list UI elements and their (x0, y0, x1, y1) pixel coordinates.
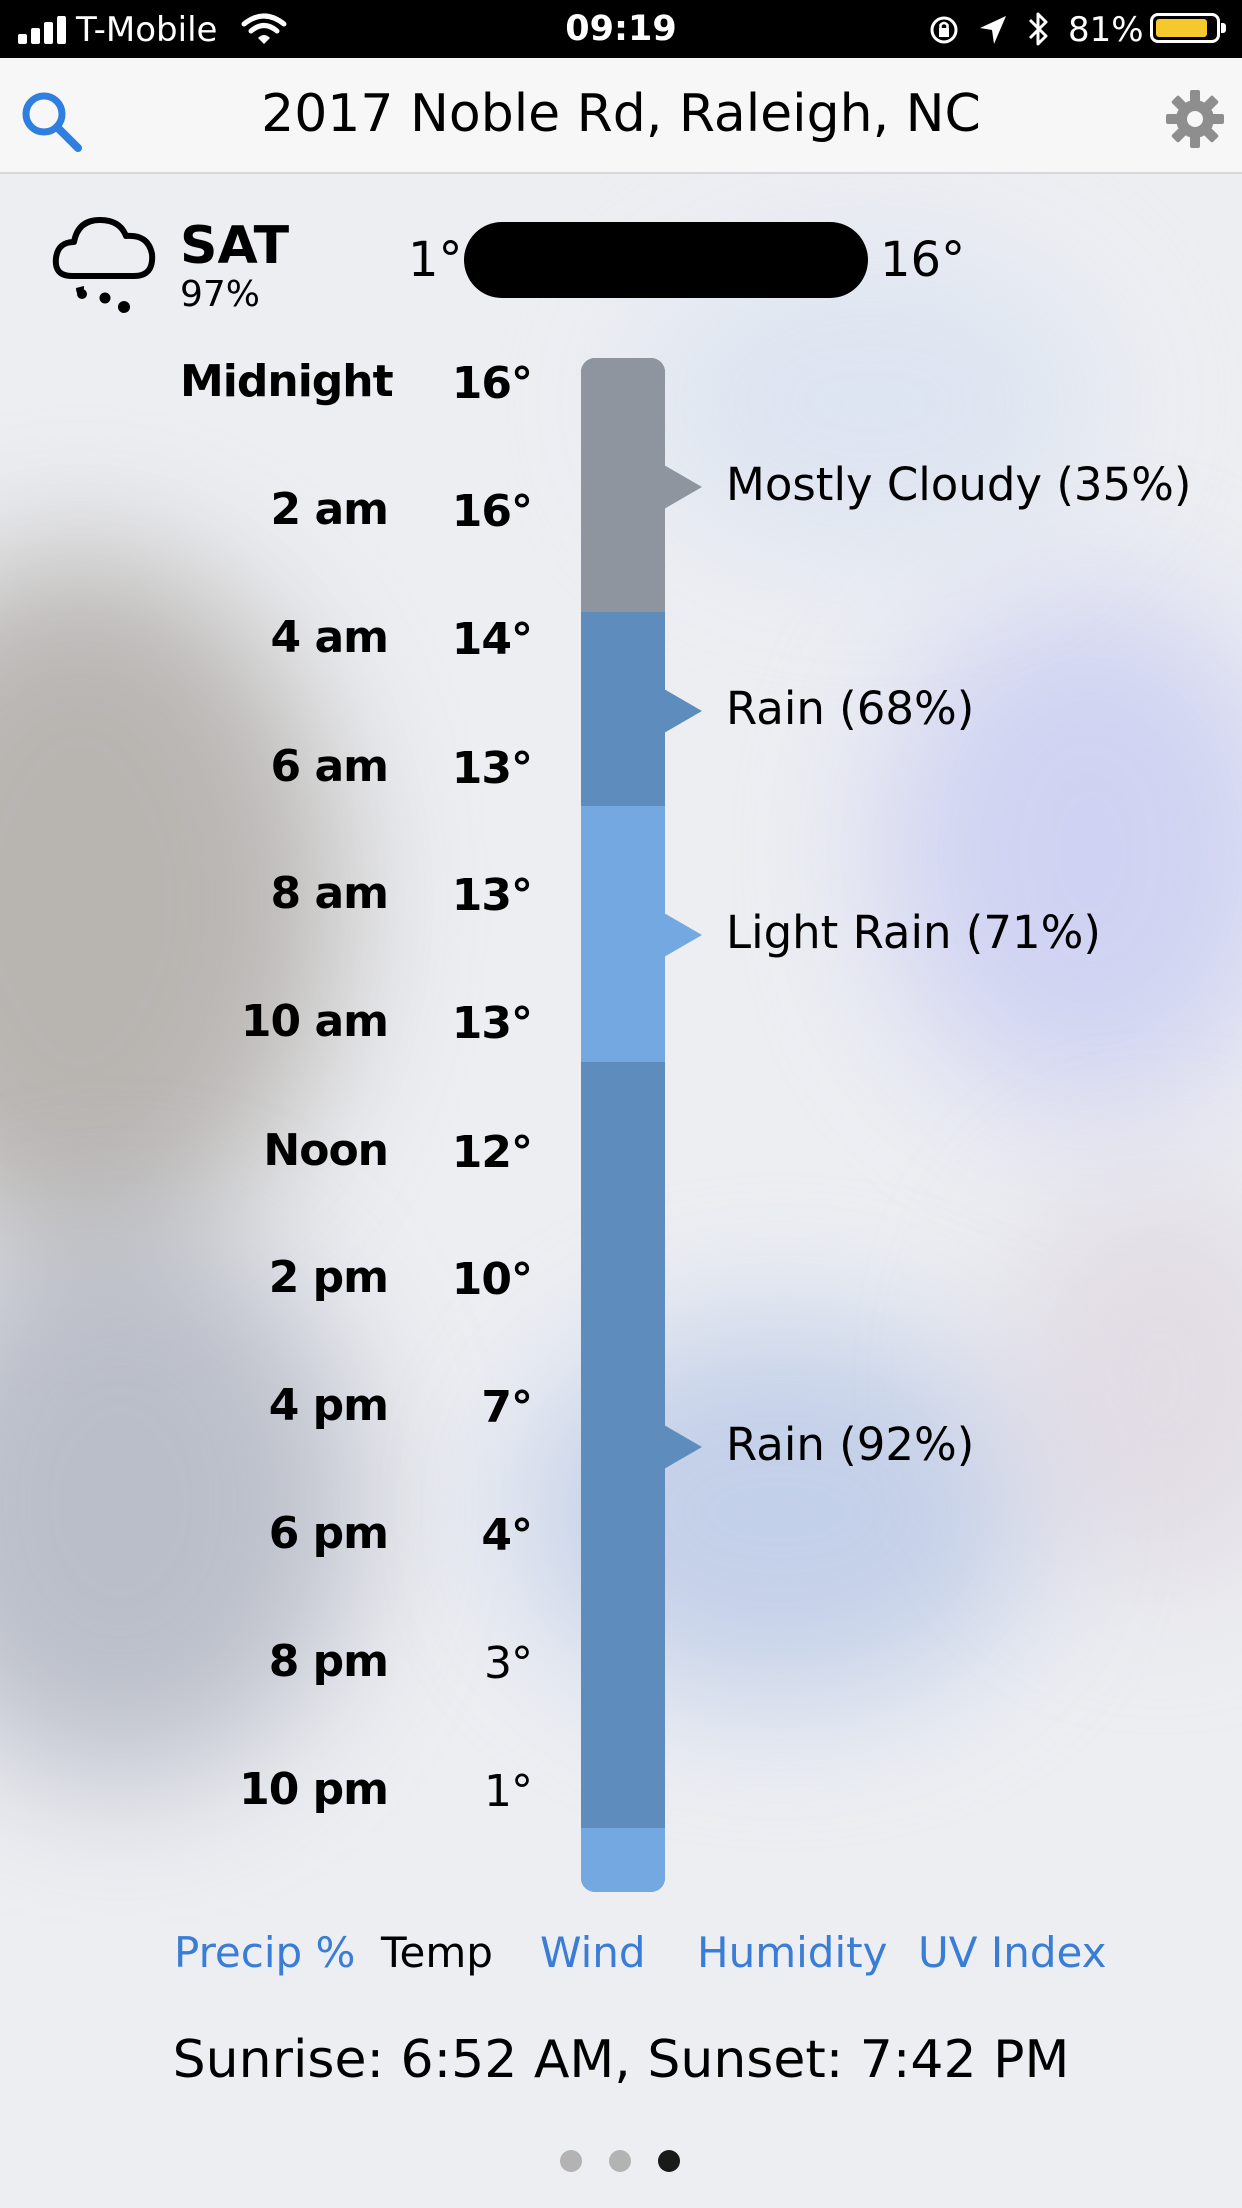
tab-uv-index[interactable]: UV Index (918, 1928, 1106, 1977)
page-dot[interactable] (609, 2150, 631, 2172)
location-title[interactable]: 2017 Noble Rd, Raleigh, NC (0, 84, 1242, 144)
page-dot[interactable] (560, 2150, 582, 2172)
tab-temp[interactable]: Temp (381, 1928, 493, 1977)
condition-label: Mostly Cloudy (35%) (726, 458, 1192, 511)
sunrise-sunset-text: Sunrise: 6:52 AM, Sunset: 7:42 PM (172, 2030, 1070, 2090)
clock: 09:19 (565, 9, 677, 49)
page-dot-active[interactable] (658, 2150, 680, 2172)
rain-cloud-icon (52, 217, 156, 313)
hour-temp: 3° (484, 1638, 533, 1689)
hour-label: 6 am (270, 741, 389, 792)
segment-mostly-cloudy (581, 358, 665, 612)
hour-label: 10 pm (239, 1764, 389, 1815)
tab-precip[interactable]: Precip % (174, 1928, 355, 1977)
temp-range-bar (464, 222, 868, 298)
hour-label: 6 pm (268, 1508, 389, 1559)
hour-temp: 4° (481, 1510, 533, 1561)
rotation-lock-icon (930, 16, 958, 44)
condition-track (581, 358, 665, 1892)
hour-label: 2 am (270, 484, 389, 535)
hour-temp: 16° (451, 486, 533, 537)
bluetooth-icon (1028, 12, 1048, 46)
status-bar: T-Mobile 09:19 81% (0, 0, 1242, 58)
hour-temp: 12° (451, 1127, 533, 1178)
battery-percent: 81% (1068, 10, 1144, 50)
day-low-temp: 1° (408, 232, 463, 288)
segment-rain (581, 1062, 665, 1828)
segment-light-rain (581, 806, 665, 1062)
hour-label: 8 am (270, 868, 389, 919)
hour-label: 8 pm (268, 1636, 389, 1687)
day-name: SAT (180, 216, 290, 276)
hour-temp: 1° (484, 1766, 533, 1817)
hour-temp: 13° (451, 743, 533, 794)
tab-humidity[interactable]: Humidity (697, 1928, 887, 1977)
hour-label: 10 am (240, 996, 389, 1047)
gear-icon[interactable] (1164, 88, 1226, 150)
hour-label: Noon (263, 1125, 389, 1176)
hour-temp: 14° (451, 614, 533, 665)
hour-temp: 10° (451, 1254, 533, 1305)
hour-label: Midnight (180, 356, 394, 407)
condition-pointer (664, 913, 702, 957)
condition-label: Rain (68%) (726, 682, 975, 735)
segment-end (581, 1828, 665, 1892)
tab-wind[interactable]: Wind (540, 1928, 646, 1977)
hour-temp: 13° (451, 870, 533, 921)
condition-label: Light Rain (71%) (726, 906, 1101, 959)
condition-pointer (664, 1425, 702, 1469)
hour-label: 4 am (270, 612, 389, 663)
battery-icon (1150, 13, 1226, 43)
hour-temp: 13° (451, 998, 533, 1049)
nav-bar: 2017 Noble Rd, Raleigh, NC (0, 58, 1242, 174)
day-high-temp: 16° (880, 232, 966, 288)
hour-label: 4 pm (268, 1380, 389, 1431)
condition-label: Rain (92%) (726, 1418, 975, 1471)
segment-rain (581, 612, 665, 806)
hour-temp: 7° (481, 1382, 533, 1433)
day-precip-chance: 97% (180, 274, 261, 315)
location-arrow-icon (980, 16, 1006, 44)
condition-pointer (664, 689, 702, 733)
hour-label: 2 pm (268, 1252, 389, 1303)
condition-pointer (664, 465, 702, 509)
page-indicator[interactable] (560, 2150, 684, 2174)
hour-temp: 16° (451, 358, 533, 409)
